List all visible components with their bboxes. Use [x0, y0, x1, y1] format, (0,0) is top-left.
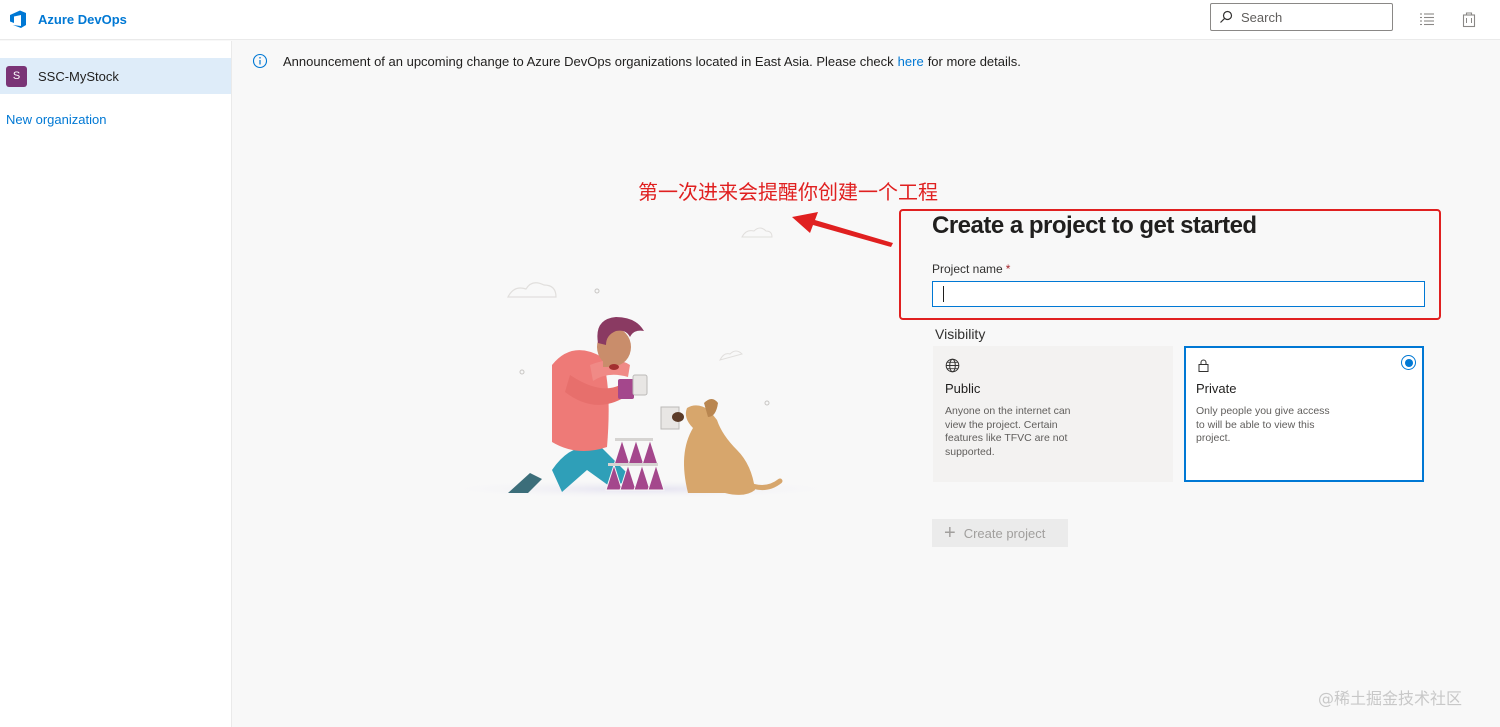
brand-name: Azure DevOps: [38, 11, 127, 27]
announcement-text-end: for more details.: [927, 53, 1021, 69]
public-description: Anyone on the internet can view the proj…: [945, 405, 1071, 458]
new-organization-link[interactable]: New organization: [6, 112, 106, 127]
announcement-text: Announcement of an upcoming change to Az…: [283, 53, 894, 69]
visibility-label: Visibility: [935, 326, 986, 342]
private-description: Only people you give access to will be a…: [1196, 405, 1330, 444]
private-radio-selected[interactable]: [1401, 355, 1416, 370]
search-box[interactable]: [1210, 3, 1393, 31]
project-name-label: Project name *: [932, 262, 1010, 276]
visibility-public-card[interactable]: Public Anyone on the internet can view t…: [933, 346, 1173, 482]
sidebar-item-organization[interactable]: S SSC-MyStock: [0, 58, 231, 94]
globe-icon: [945, 358, 960, 373]
visibility-private-card[interactable]: Private Only people you give access to w…: [1184, 346, 1424, 482]
top-bar: Azure DevOps: [0, 0, 1500, 40]
create-project-label: Create project: [963, 525, 1046, 541]
required-mark: *: [1005, 262, 1011, 276]
watermark: @稀土掘金技术社区: [1318, 689, 1463, 708]
create-project-button[interactable]: + Create project: [932, 519, 1068, 547]
project-name-label-text: Project name: [932, 262, 1003, 276]
announcement-banner: Announcement of an upcoming change to Az…: [252, 53, 1021, 69]
page-title: Create a project to get started: [932, 212, 1257, 239]
card-house-illustration: [430, 227, 850, 499]
public-title: Public: [945, 381, 981, 396]
search-input[interactable]: [1241, 9, 1381, 25]
brand[interactable]: Azure DevOps: [8, 9, 127, 29]
org-avatar: S: [6, 65, 27, 87]
announcement-link[interactable]: here: [898, 54, 924, 69]
text-cursor: [943, 286, 944, 302]
annotation-arrow: [792, 212, 893, 247]
lock-icon: [1198, 359, 1209, 372]
org-name: SSC-MyStock: [38, 68, 119, 84]
plus-icon: +: [944, 522, 956, 544]
search-icon: [1220, 10, 1233, 23]
organization-sidebar: S SSC-MyStock New organization: [0, 41, 232, 727]
list-icon[interactable]: [1418, 10, 1436, 28]
project-name-input[interactable]: [932, 281, 1425, 307]
private-title: Private: [1196, 381, 1237, 396]
azure-devops-logo: [10, 10, 26, 28]
shopping-bag-icon[interactable]: [1460, 10, 1478, 28]
info-icon: [252, 53, 268, 69]
